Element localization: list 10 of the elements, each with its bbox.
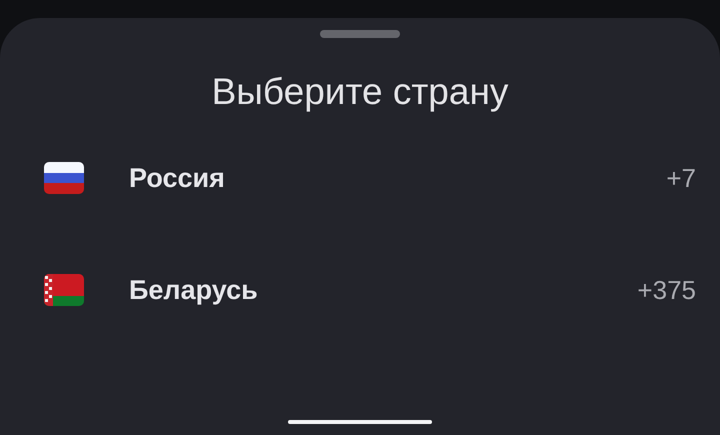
- dial-code: +7: [666, 162, 696, 194]
- country-name: Беларусь: [129, 274, 259, 306]
- country-name: Россия: [129, 162, 226, 194]
- country-item[interactable]: Россия +7: [0, 122, 720, 234]
- drag-handle[interactable]: [320, 30, 400, 38]
- flag-icon: [44, 162, 84, 194]
- sheet-title: Выберите страну: [210, 70, 510, 114]
- country-item[interactable]: Беларусь +375: [0, 234, 720, 346]
- flag-icon: [44, 274, 84, 306]
- dial-code: +375: [637, 274, 696, 306]
